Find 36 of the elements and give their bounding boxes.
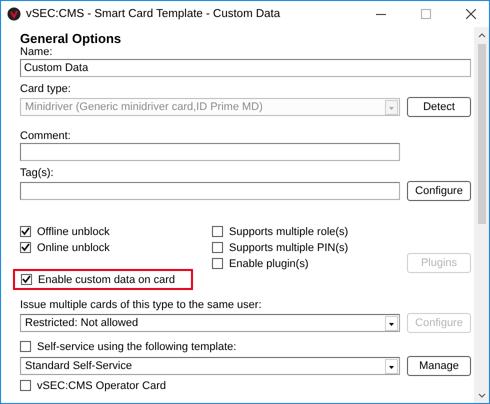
name-label: Name: <box>20 46 54 59</box>
window-title: vSEC:CMS - Smart Card Template - Custom Data <box>26 8 282 20</box>
section-title: General Options <box>20 31 122 46</box>
comment-field[interactable] <box>20 143 400 161</box>
tags-label: Tag(s): <box>20 167 55 180</box>
template-dropdown[interactable]: Standard Self-Service <box>20 357 400 375</box>
name-field[interactable]: Custom Data <box>20 59 471 77</box>
checkbox[interactable] <box>21 274 32 285</box>
issue-multiple-dropdown[interactable]: Restricted: Not allowed <box>20 314 400 332</box>
card-type-label: Card type: <box>20 83 72 96</box>
scrollbar[interactable] <box>474 27 489 403</box>
close-icon[interactable] <box>466 9 476 19</box>
checkbox-label: Supports multiple PIN(s) <box>229 242 348 254</box>
checkbox-label: Enable custom data on card <box>38 274 175 286</box>
checkbox[interactable] <box>20 341 31 352</box>
checkbox-label: Supports multiple role(s) <box>229 226 348 238</box>
scroll-up-icon[interactable] <box>478 32 486 38</box>
manage-button[interactable]: Manage <box>407 356 471 376</box>
checkbox-label: Enable plugin(s) <box>229 258 308 270</box>
checkbox[interactable] <box>212 258 223 269</box>
checkbox-label: Online unblock <box>37 242 110 254</box>
checkbox[interactable] <box>20 380 31 391</box>
comment-label: Comment: <box>20 130 72 143</box>
scroll-down-icon[interactable] <box>478 393 486 399</box>
checkbox[interactable] <box>212 226 223 237</box>
configure-button[interactable]: Configure <box>407 181 471 201</box>
issue-multiple-label: Issue multiple cards of this type to the same user: <box>20 299 263 312</box>
checkbox[interactable] <box>212 242 223 253</box>
app-logo-icon <box>7 7 21 21</box>
checkbox[interactable] <box>20 226 31 237</box>
checkbox-label: Self-service using the following template: <box>37 340 236 352</box>
checkbox-label: Offline unblock <box>37 226 110 238</box>
checkbox[interactable] <box>20 242 31 253</box>
tags-field[interactable] <box>20 182 400 200</box>
checkbox-label: vSEC:CMS Operator Card <box>37 380 166 392</box>
scroll-thumb[interactable] <box>478 44 486 224</box>
